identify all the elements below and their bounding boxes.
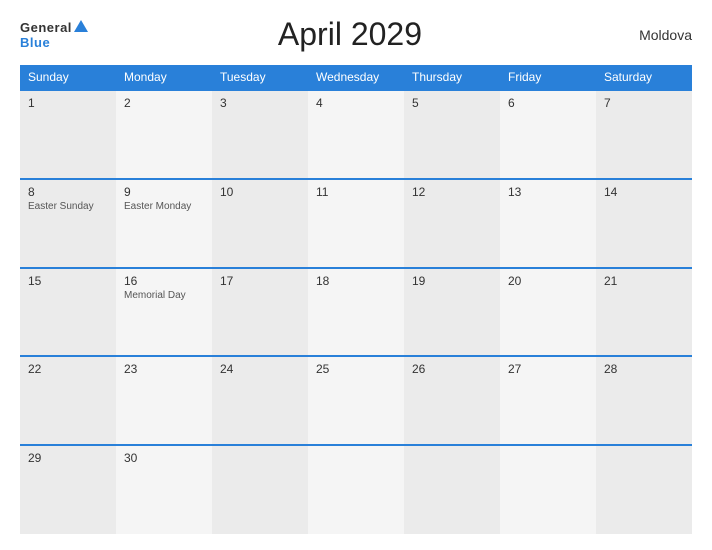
day-number: 25 [316,362,396,376]
day-number: 28 [604,362,684,376]
week-row-5: 29 30 [20,445,692,534]
day-cell-0-1: 2 [116,90,212,179]
day-cell-3-1: 23 [116,356,212,445]
day-cell-1-2: 10 [212,179,308,268]
day-number: 3 [220,96,300,110]
day-cell-2-6: 21 [596,268,692,357]
day-cell-3-6: 28 [596,356,692,445]
day-number: 21 [604,274,684,288]
day-cell-2-1: 16 Memorial Day [116,268,212,357]
day-cell-0-6: 7 [596,90,692,179]
day-number: 8 [28,185,108,199]
day-cell-1-3: 11 [308,179,404,268]
calendar-title: April 2029 [88,16,612,53]
day-number: 27 [508,362,588,376]
day-number: 11 [316,185,396,199]
day-event-label: Easter Monday [124,201,204,212]
day-cell-4-3 [308,445,404,534]
day-cell-4-5 [500,445,596,534]
day-event-label: Easter Sunday [28,201,108,212]
calendar-table: Sunday Monday Tuesday Wednesday Thursday… [20,65,692,534]
day-cell-3-4: 26 [404,356,500,445]
day-cell-2-2: 17 [212,268,308,357]
week-row-2: 8 Easter Sunday 9 Easter Monday 10 11 12 13 14 [20,179,692,268]
day-cell-3-2: 24 [212,356,308,445]
day-number: 17 [220,274,300,288]
header-tuesday: Tuesday [212,65,308,90]
day-cell-2-4: 19 [404,268,500,357]
logo: General Blue [20,19,88,51]
header-friday: Friday [500,65,596,90]
logo-general-text: General [20,19,88,37]
day-cell-3-0: 22 [20,356,116,445]
day-number: 10 [220,185,300,199]
day-number: 7 [604,96,684,110]
day-cell-4-0: 29 [20,445,116,534]
day-number: 12 [412,185,492,199]
header-wednesday: Wednesday [308,65,404,90]
header-monday: Monday [116,65,212,90]
day-cell-0-4: 5 [404,90,500,179]
day-number: 9 [124,185,204,199]
day-number: 2 [124,96,204,110]
header: General Blue April 2029 Moldova [20,16,692,53]
week-row-1: 1 2 3 4 5 6 7 [20,90,692,179]
day-cell-3-3: 25 [308,356,404,445]
country-label: Moldova [612,27,692,43]
day-number: 26 [412,362,492,376]
day-cell-4-6 [596,445,692,534]
logo-triangle-icon [74,20,88,32]
day-number: 16 [124,274,204,288]
day-number: 14 [604,185,684,199]
calendar-page: General Blue April 2029 Moldova Sunday M… [0,0,712,550]
day-number: 18 [316,274,396,288]
day-cell-3-5: 27 [500,356,596,445]
day-cell-4-1: 30 [116,445,212,534]
day-cell-4-2 [212,445,308,534]
day-cell-1-4: 12 [404,179,500,268]
day-number: 1 [28,96,108,110]
week-row-4: 22 23 24 25 26 27 28 [20,356,692,445]
day-cell-0-2: 3 [212,90,308,179]
day-cell-2-5: 20 [500,268,596,357]
day-cell-2-0: 15 [20,268,116,357]
day-number: 19 [412,274,492,288]
day-cell-1-6: 14 [596,179,692,268]
header-sunday: Sunday [20,65,116,90]
header-saturday: Saturday [596,65,692,90]
header-thursday: Thursday [404,65,500,90]
day-number: 20 [508,274,588,288]
day-cell-0-3: 4 [308,90,404,179]
weekday-header-row: Sunday Monday Tuesday Wednesday Thursday… [20,65,692,90]
day-cell-0-5: 6 [500,90,596,179]
day-number: 23 [124,362,204,376]
day-number: 15 [28,274,108,288]
day-cell-1-5: 13 [500,179,596,268]
day-cell-1-0: 8 Easter Sunday [20,179,116,268]
day-cell-2-3: 18 [308,268,404,357]
day-number: 24 [220,362,300,376]
day-cell-1-1: 9 Easter Monday [116,179,212,268]
day-event-label: Memorial Day [124,290,204,301]
logo-blue-text: Blue [20,36,88,50]
week-row-3: 15 16 Memorial Day 17 18 19 20 21 [20,268,692,357]
day-number: 22 [28,362,108,376]
day-number: 13 [508,185,588,199]
day-number: 29 [28,451,108,465]
day-number: 30 [124,451,204,465]
day-cell-0-0: 1 [20,90,116,179]
day-number: 5 [412,96,492,110]
day-cell-4-4 [404,445,500,534]
day-number: 6 [508,96,588,110]
day-number: 4 [316,96,396,110]
